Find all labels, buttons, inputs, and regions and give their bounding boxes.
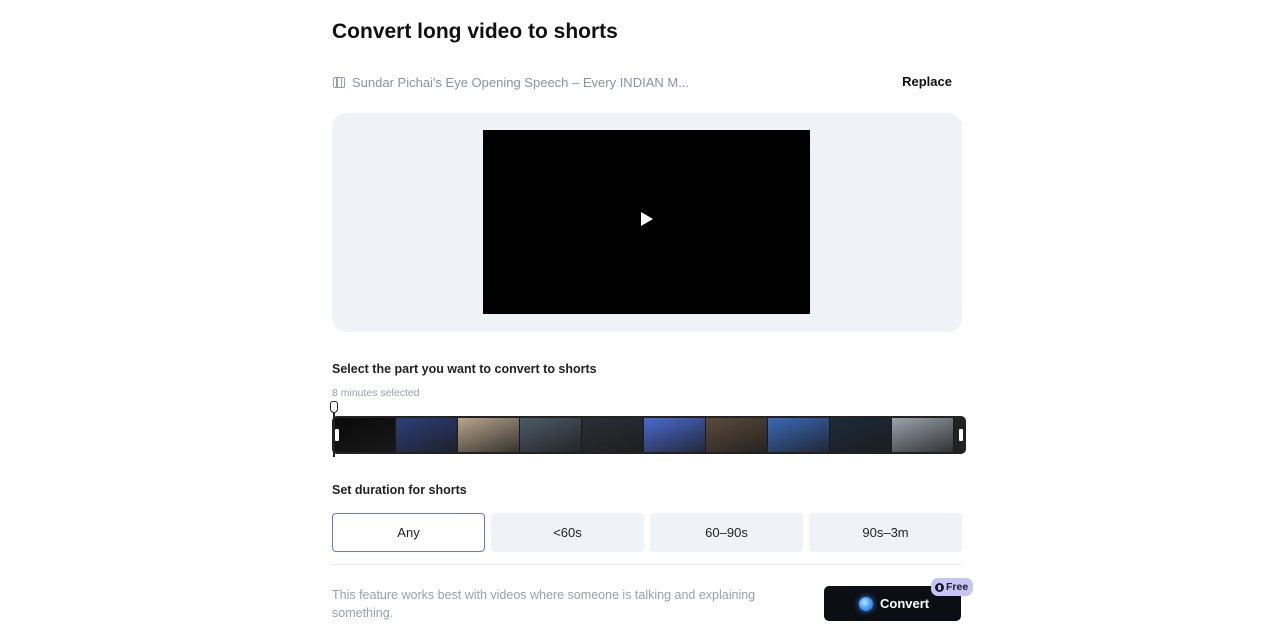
playhead[interactable] xyxy=(330,401,338,457)
duration-option-any[interactable]: Any xyxy=(332,513,485,552)
video-preview-panel xyxy=(332,113,962,332)
timeline-strip[interactable] xyxy=(332,416,966,454)
coin-icon xyxy=(935,582,944,592)
replace-button[interactable]: Replace xyxy=(902,74,952,89)
duration-options: Any <60s 60–90s 90s–3m xyxy=(332,513,962,553)
video-player[interactable] xyxy=(483,130,810,314)
duration-option-90s-3m[interactable]: 90s–3m xyxy=(809,513,962,552)
timeline-frame xyxy=(520,418,582,452)
sparkle-orb-icon xyxy=(859,597,873,611)
timeline-frame xyxy=(458,418,520,452)
file-row: Sundar Pichai's Eye Opening Speech – Eve… xyxy=(332,74,962,92)
film-icon xyxy=(333,77,345,88)
timeline-frame xyxy=(768,418,830,452)
timeline-frame xyxy=(582,418,644,452)
select-part-label: Select the part you want to convert to s… xyxy=(332,362,597,376)
feature-hint: This feature works best with videos wher… xyxy=(332,588,756,620)
timeline-frame xyxy=(892,418,954,452)
timeline-frame xyxy=(644,418,706,452)
duration-option-60-90s[interactable]: 60–90s xyxy=(650,513,803,552)
trim-handle-right[interactable] xyxy=(959,429,963,441)
divider xyxy=(332,564,962,565)
convert-label: Convert xyxy=(880,596,930,611)
duration-label: Set duration for shorts xyxy=(332,483,467,497)
timeline-frame xyxy=(706,418,768,452)
page-title: Convert long video to shorts xyxy=(332,20,618,43)
playhead-line xyxy=(333,413,335,457)
timeline-frame xyxy=(830,418,892,452)
selected-duration-text: 8 minutes selected xyxy=(332,387,420,399)
timeline-frames xyxy=(334,418,964,452)
free-badge-label: Free xyxy=(946,581,969,593)
timeline-frame xyxy=(334,418,396,452)
duration-option-under-60s[interactable]: <60s xyxy=(491,513,644,552)
timeline-frame xyxy=(396,418,458,452)
play-icon[interactable] xyxy=(641,212,653,226)
file-name: Sundar Pichai's Eye Opening Speech – Eve… xyxy=(352,75,690,90)
playhead-knob[interactable] xyxy=(330,401,338,413)
free-badge: Free xyxy=(931,578,974,596)
